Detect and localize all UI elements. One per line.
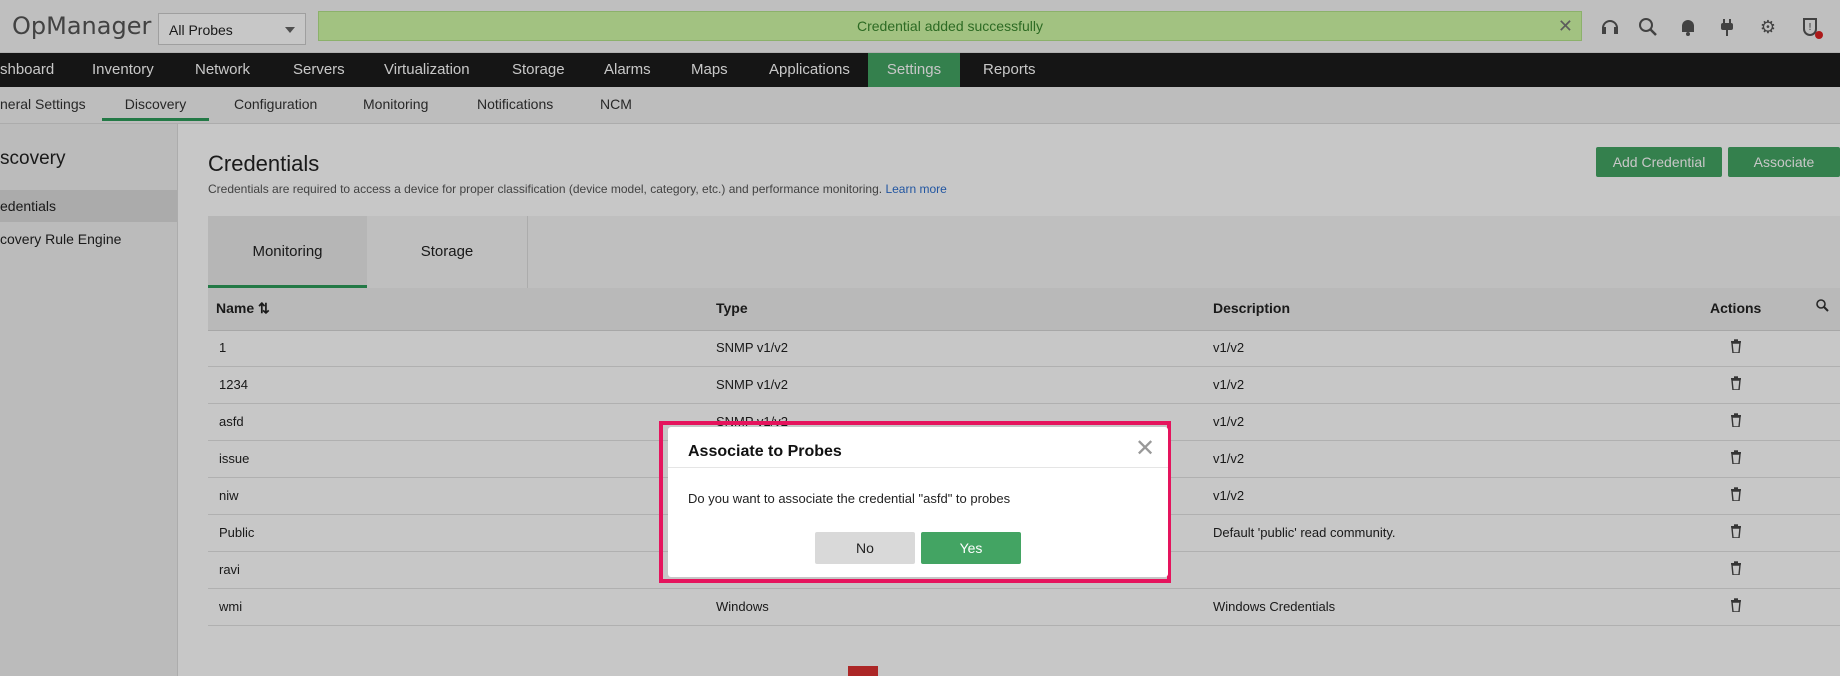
no-button[interactable]: No <box>815 532 915 564</box>
dialog-divider <box>668 467 1168 468</box>
associate-probes-dialog: Associate to Probes ✕ Do you want to ass… <box>668 427 1168 577</box>
close-icon[interactable]: ✕ <box>1135 437 1155 461</box>
dialog-message: Do you want to associate the credential … <box>688 491 1011 506</box>
yes-button[interactable]: Yes <box>921 532 1021 564</box>
dialog-title: Associate to Probes <box>688 443 842 460</box>
